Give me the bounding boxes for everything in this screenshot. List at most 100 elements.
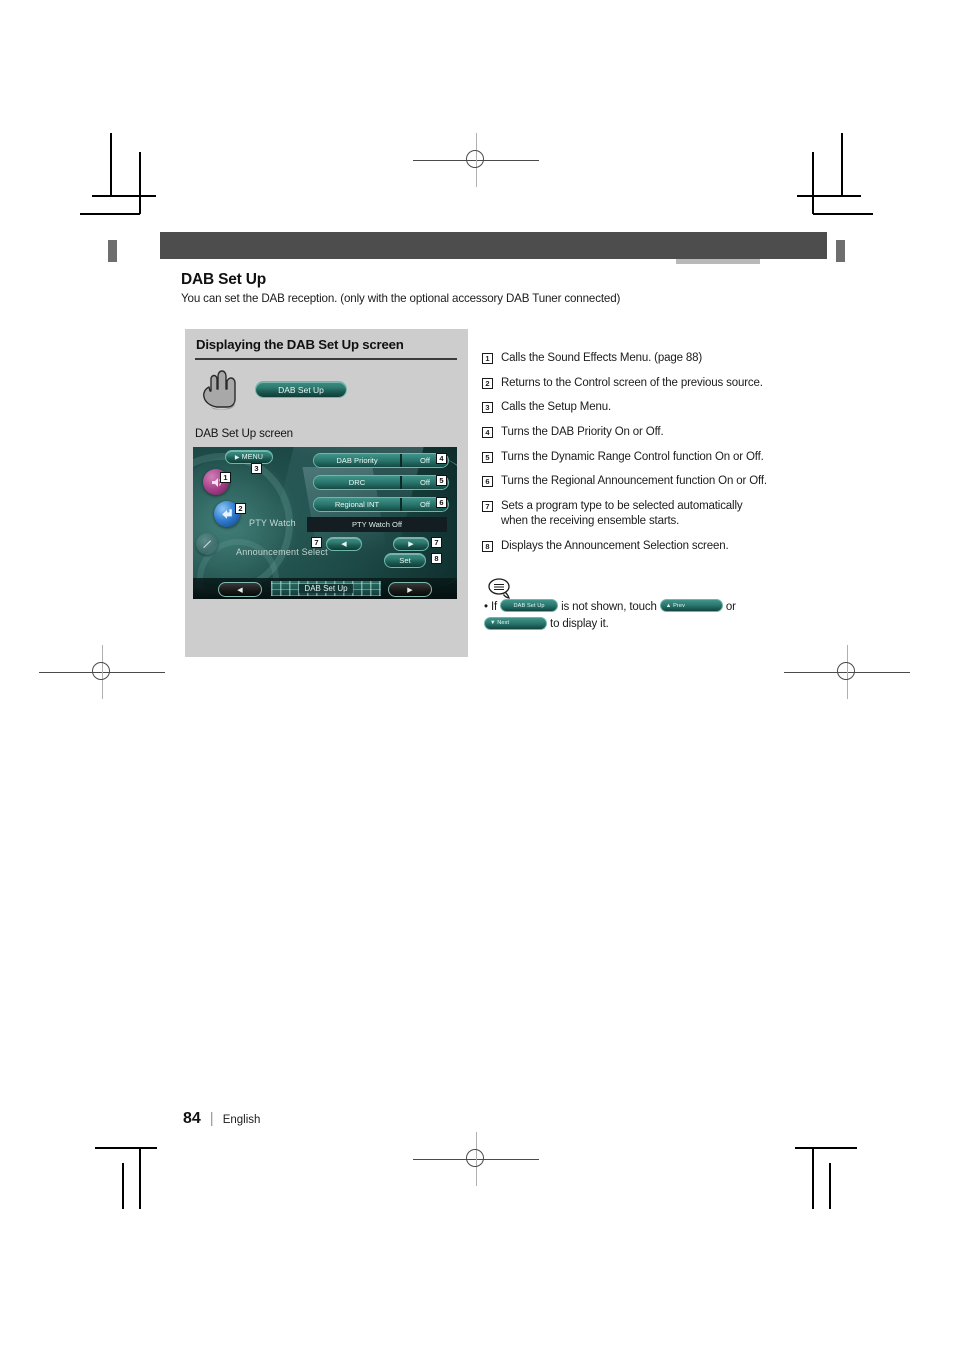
crop-mark-top-right-h-outer <box>797 195 861 197</box>
list-item: 8 Displays the Announcement Selection sc… <box>482 539 772 554</box>
list-item: 4 Turns the DAB Priority On or Off. <box>482 425 772 440</box>
setting-label: DRC <box>314 476 400 489</box>
crop-mark-top-left-inner-v <box>139 152 141 214</box>
corner-tick-left <box>108 240 117 262</box>
crop-mark-top-right-inner-v <box>812 152 814 214</box>
list-item: 3 Calls the Setup Menu. <box>482 400 772 415</box>
device-bottom-bar: ◀ DAB Set Up ▶ <box>193 578 457 599</box>
callout-description-list: 1 Calls the Sound Effects Menu. (page 88… <box>482 351 772 564</box>
touch-dab-setup-button[interactable]: DAB Set Up <box>255 381 347 398</box>
crop-mark-bottom-left-v2 <box>122 1163 124 1209</box>
callout-number: 8 <box>482 540 493 552</box>
page-footer: 84 | English <box>183 1110 260 1128</box>
callout-number: 3 <box>482 402 493 414</box>
note-prev-button[interactable]: ▲ Prev <box>659 599 723 613</box>
footer-language: English <box>222 1114 261 1126</box>
note-text-or: or <box>725 601 736 613</box>
callout-number: 2 <box>482 377 493 389</box>
callout-number: 1 <box>482 353 493 364</box>
registration-target-right <box>784 645 910 699</box>
pty-next-button[interactable]: ▶ <box>393 537 429 551</box>
note-next-button[interactable]: ▼ Next <box>484 616 547 630</box>
device-menu-button[interactable]: ▶ MENU <box>225 450 273 464</box>
header-band-accent <box>676 259 760 264</box>
callout-text: Calls the Sound Effects Menu. (page 88) <box>501 352 703 364</box>
crop-mark-bottom-right-v <box>812 1147 814 1209</box>
callout-text: Returns to the Control screen of the pre… <box>501 376 763 389</box>
page-number: 84 <box>183 1110 201 1127</box>
note-text-if: If <box>490 601 498 613</box>
hand-pointer-icon <box>197 367 243 411</box>
bottom-tab-strip: DAB Set Up <box>271 581 381 596</box>
callout-number: 4 <box>482 427 493 439</box>
note-text: • If DAB Set Up is not shown, touch ▲ Pr… <box>484 599 784 634</box>
page-title: DAB Set Up <box>181 271 266 288</box>
crop-mark-top-right-h-inner <box>813 213 873 215</box>
callout-number: 6 <box>482 476 493 488</box>
pty-watch-status: PTY Watch Off <box>307 517 447 532</box>
crop-mark-bottom-right-h <box>795 1147 857 1149</box>
corner-tick-right <box>836 240 845 262</box>
callout-text: Turns the Regional Announcement function… <box>501 475 767 488</box>
callout-number-1: 1 <box>220 472 231 483</box>
list-item: 1 Calls the Sound Effects Menu. (page 88… <box>482 351 772 366</box>
pty-watch-label: PTY Watch <box>249 518 296 528</box>
device-menu-label: MENU <box>241 453 264 461</box>
bottom-tab-label[interactable]: DAB Set Up <box>299 584 353 593</box>
callout-number-2: 2 <box>235 503 246 514</box>
pty-prev-button[interactable]: ◀ <box>326 537 362 551</box>
crop-mark-top-left-outer <box>110 133 112 197</box>
setting-row-dab-priority[interactable]: DAB Priority Off <box>313 453 449 468</box>
crop-mark-top-right-outer <box>841 133 843 197</box>
callout-number-6: 6 <box>436 497 447 508</box>
panel-heading-rule <box>195 358 457 361</box>
crop-mark-top-left-h-outer <box>92 195 156 197</box>
list-item: 7 Sets a program type to be selected aut… <box>482 499 772 529</box>
bottom-nav-prev-button[interactable]: ◀ <box>218 582 262 597</box>
dimmer-icon[interactable] <box>196 533 218 555</box>
play-arrow-icon: ▶ <box>234 454 240 461</box>
crop-mark-top-left-h-inner <box>80 213 140 215</box>
callout-number-5: 5 <box>436 475 447 486</box>
callout-number-7-left: 7 <box>311 537 322 548</box>
list-item: 5 Turns the Dynamic Range Control functi… <box>482 450 772 465</box>
note-text-not-shown: is not shown, touch <box>561 601 657 613</box>
bottom-nav-next-button[interactable]: ▶ <box>388 582 432 597</box>
setting-row-regional-int[interactable]: Regional INT Off <box>313 497 449 512</box>
note-dab-setup-button[interactable]: DAB Set Up <box>500 599 559 613</box>
setting-row-drc[interactable]: DRC Off <box>313 475 449 490</box>
callout-number-4: 4 <box>436 453 447 464</box>
callout-text: Sets a program type to be selected autom… <box>501 500 743 528</box>
callout-text: Displays the Announcement Selection scre… <box>501 539 729 552</box>
note-bullet: • <box>484 601 488 613</box>
callout-number-8: 8 <box>431 553 442 564</box>
callout-text: Turns the Dynamic Range Control function… <box>501 450 764 463</box>
announcement-select-label: Announcement Select <box>236 547 328 557</box>
note-text-display: to display it. <box>550 618 609 631</box>
header-band <box>160 232 827 259</box>
list-item: 2 Returns to the Control screen of the p… <box>482 376 772 391</box>
crop-mark-bottom-right-v2 <box>829 1163 831 1209</box>
crop-mark-bottom-left-h <box>95 1147 157 1149</box>
panel-heading: Displaying the DAB Set Up screen <box>196 337 404 352</box>
registration-target-top <box>413 133 539 187</box>
registration-target-bottom <box>413 1132 539 1186</box>
note-balloon-icon <box>487 577 511 599</box>
callout-number-3: 3 <box>251 463 262 474</box>
displaying-screen-panel: Displaying the DAB Set Up screen DAB Set… <box>185 329 468 657</box>
setting-label: DAB Priority <box>314 454 400 467</box>
device-screen: ▶ MENU DAB Priority Off DRC Off Regional… <box>193 447 457 599</box>
callout-text: Turns the DAB Priority On or Off. <box>501 426 664 439</box>
callout-number-7-right: 7 <box>431 537 442 548</box>
callout-number: 5 <box>482 451 493 463</box>
announcement-set-button[interactable]: Set <box>384 553 426 568</box>
crop-mark-bottom-left-v <box>139 1147 141 1209</box>
footer-separator: | <box>209 1110 214 1127</box>
setting-label: Regional INT <box>314 498 400 511</box>
device-screen-caption: DAB Set Up screen <box>195 427 293 440</box>
registration-target-left <box>39 645 165 699</box>
callout-number: 7 <box>482 501 493 513</box>
callout-text: Calls the Setup Menu. <box>501 401 611 414</box>
page-subtitle: You can set the DAB reception. (only wit… <box>181 292 621 305</box>
list-item: 6 Turns the Regional Announcement functi… <box>482 474 772 489</box>
